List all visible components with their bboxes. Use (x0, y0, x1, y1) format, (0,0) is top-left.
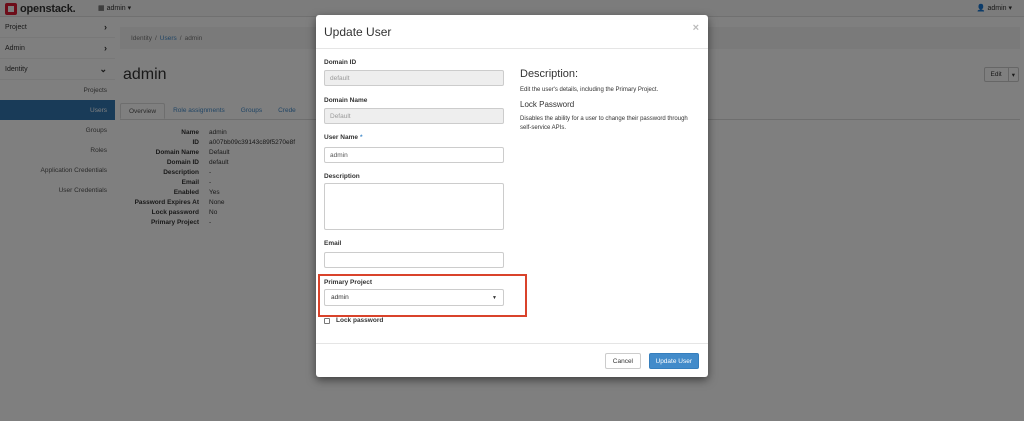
help-lock-password-title: Lock Password (520, 100, 575, 109)
select-caret-icon: ▼ (492, 294, 497, 301)
domain-id-label: Domain ID (324, 59, 357, 66)
domain-name-field: Default (324, 108, 504, 124)
lock-password-label: Lock password (336, 317, 384, 324)
domain-name-label: Domain Name (324, 97, 368, 104)
help-lock-password-text: Disables the ability for a user to chang… (520, 116, 688, 131)
user-name-label: User Name * (324, 134, 363, 141)
lock-password-row: Lock password (324, 317, 383, 324)
modal-header: Update User × (316, 15, 708, 49)
modal-title: Update User (324, 25, 392, 39)
update-user-button[interactable]: Update User (648, 353, 699, 369)
domain-id-field: default (324, 70, 504, 86)
lock-password-checkbox[interactable] (324, 317, 330, 324)
description-textarea[interactable] (324, 183, 504, 230)
required-marker: * (359, 134, 363, 141)
description-label: Description (324, 173, 360, 180)
primary-project-select[interactable]: admin ▼ (324, 289, 504, 306)
modal-footer: Cancel Update User (316, 343, 708, 377)
close-icon[interactable]: × (693, 22, 699, 34)
user-name-input[interactable]: admin (324, 147, 504, 163)
modal-body: Domain ID default Domain Name Default Us… (316, 49, 708, 343)
email-label: Email (324, 240, 342, 247)
help-description-text: Edit the user's details, including the P… (520, 87, 659, 93)
help-description-title: Description: (520, 68, 579, 80)
email-input[interactable] (324, 252, 504, 268)
update-user-modal: Update User × Domain ID default Domain N… (316, 15, 708, 377)
primary-project-label: Primary Project (324, 279, 373, 286)
cancel-button[interactable]: Cancel (604, 353, 641, 369)
